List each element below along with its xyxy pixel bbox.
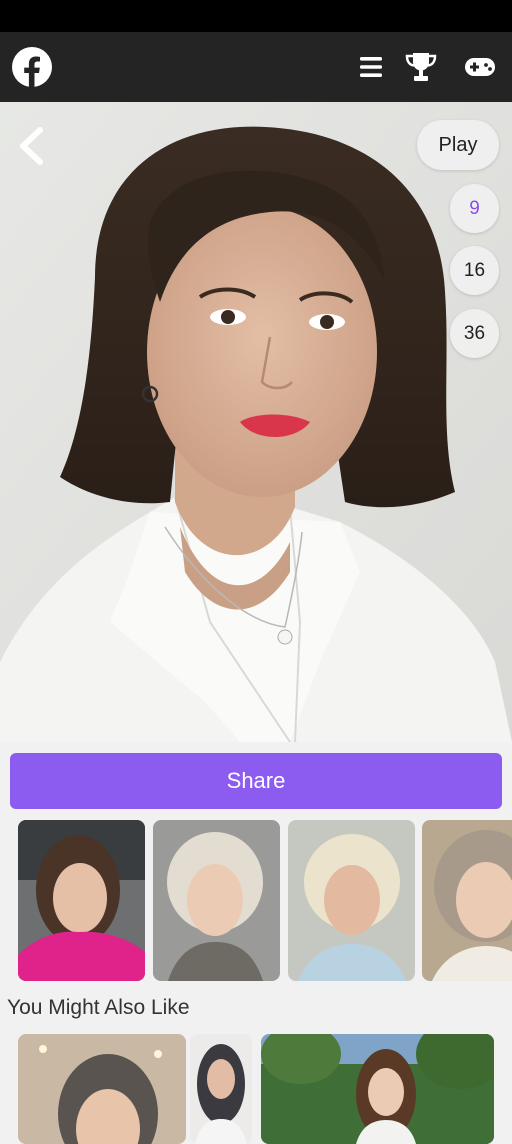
trophy-icon[interactable] (403, 51, 439, 83)
back-button[interactable] (14, 126, 48, 166)
thumbnail-4[interactable] (422, 820, 512, 981)
menu-icon[interactable] (356, 51, 386, 83)
share-button[interactable]: Share (10, 753, 502, 809)
status-bar (0, 0, 512, 32)
section-title-you-might-also-like: You Might Also Like (7, 996, 190, 1019)
thumbnail-1[interactable] (18, 820, 145, 981)
grid-9-button[interactable]: 9 (450, 184, 499, 233)
recommendation-3[interactable] (261, 1034, 494, 1144)
thumbnail-3[interactable] (288, 820, 415, 981)
facebook-logo-icon[interactable] (12, 47, 52, 87)
grid-16-button[interactable]: 16 (450, 246, 499, 295)
top-navigation-bar (0, 32, 512, 102)
thumbnail-strip (0, 820, 512, 982)
recommendation-2[interactable] (190, 1034, 252, 1144)
main-photo (0, 102, 512, 742)
recommendation-1[interactable] (18, 1034, 186, 1144)
play-button[interactable]: Play (417, 120, 499, 170)
grid-36-button[interactable]: 36 (450, 309, 499, 358)
gamepad-icon[interactable] (462, 51, 498, 83)
thumbnail-2[interactable] (153, 820, 280, 981)
